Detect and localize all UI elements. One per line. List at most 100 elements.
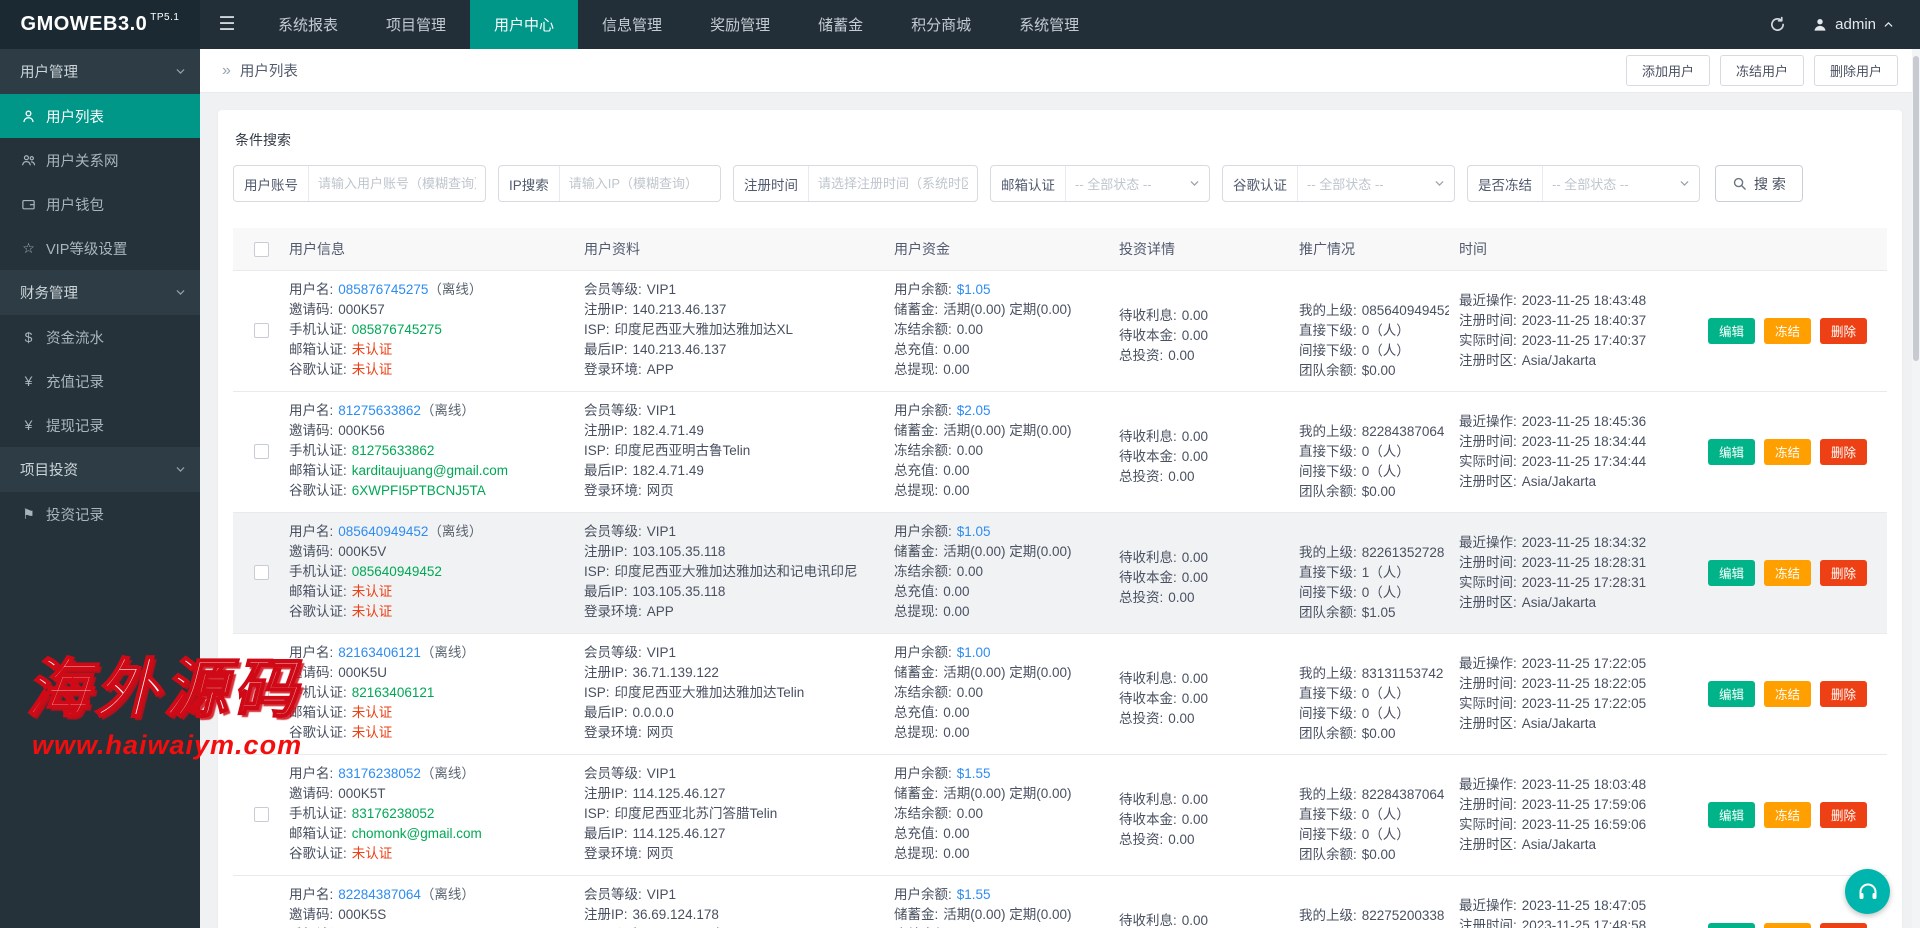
user-funds-cell: 用户余额: $1.00 储蓄金: 活期(0.00) 定期(0.00) 冻结余额: 0.… (894, 643, 1119, 744)
admin-menu[interactable]: admin (1812, 16, 1894, 33)
sidebar-entry[interactable]: ¥ 充值记录 (0, 359, 200, 403)
row-checkbox[interactable] (253, 686, 269, 701)
scrollbar[interactable] (1912, 49, 1920, 928)
username-link[interactable]: 82284387064 (338, 887, 421, 902)
indirect-subordinate-value: 0（人） (1361, 343, 1410, 358)
username-link[interactable]: 085640949452 (338, 524, 428, 539)
support-button[interactable] (1845, 869, 1890, 914)
freeze-button[interactable]: 冻结 (1764, 438, 1812, 465)
hamburger-icon[interactable]: ☰ (200, 0, 254, 49)
select-all-checkbox[interactable] (253, 241, 269, 257)
freeze-button[interactable]: 冻结 (1764, 922, 1812, 928)
row-checkbox[interactable] (253, 323, 269, 338)
username-link[interactable]: 085876745275 (338, 282, 428, 297)
freeze-button[interactable]: 冻结 (1764, 317, 1812, 344)
row-checkbox[interactable] (253, 807, 269, 822)
row-checkbox[interactable] (253, 565, 269, 580)
field-label: 总充值: (894, 705, 939, 720)
field-label: 团队余额: (1299, 363, 1357, 378)
search-field[interactable]: IP搜索 (498, 165, 721, 202)
top-nav-item[interactable]: 用户中心 (470, 0, 579, 49)
table-row: 用户名: 81275633862（离线） 邀请码: 000K56 手机认证: 8127… (233, 392, 1887, 513)
edit-button[interactable]: 编辑 (1708, 680, 1756, 707)
sidebar-entry[interactable]: 用户钱包 (0, 182, 200, 226)
delete-button[interactable]: 删除 (1820, 317, 1868, 344)
top-nav-item[interactable]: 信息管理 (578, 0, 686, 49)
promotion-cell: 我的上级:82275200338 直接下级:2（人） 间接下级:0（人） 团队余… (1299, 885, 1459, 928)
last-ip-value: 103.105.35.118 (632, 584, 726, 599)
edit-button[interactable]: 编辑 (1708, 801, 1756, 828)
refresh-icon[interactable] (1769, 16, 1786, 33)
actual-time-value: 2023-11-25 17:34:44 (1521, 454, 1647, 469)
team-balance-value: $0.00 (1361, 363, 1396, 378)
search-field[interactable]: 用户账号 (233, 165, 486, 202)
field-label: 用户名: (289, 887, 334, 902)
sidebar-entry[interactable]: ¥ 提现记录 (0, 403, 200, 447)
delete-button[interactable]: 删除 (1820, 438, 1868, 465)
indirect-subordinate-value: 0（人） (1361, 827, 1410, 842)
search-field[interactable]: 是否冻结 -- 全部状态 -- (1467, 165, 1700, 202)
delete-button[interactable]: 删除 (1820, 801, 1868, 828)
sidebar-entry[interactable]: 用户关系网 (0, 138, 200, 182)
last-operation-value: 2023-11-25 18:03:48 (1521, 777, 1647, 792)
top-nav-item[interactable]: 积分商城 (887, 0, 995, 49)
header-action-button[interactable]: 删除用户 (1813, 55, 1898, 86)
top-nav-item[interactable]: 奖励管理 (686, 0, 794, 49)
username-link[interactable]: 81275633862 (338, 403, 421, 418)
top-nav-item[interactable]: 系统报表 (254, 0, 362, 49)
chevron-down-icon (1434, 178, 1454, 189)
delete-button[interactable]: 删除 (1820, 680, 1868, 707)
field-label: 我的上级: (1299, 424, 1357, 439)
scrollbar-thumb[interactable] (1913, 56, 1919, 361)
online-status: （离线） (420, 645, 475, 660)
promotion-cell: 我的上级: 83131153742 直接下级: 0（人） 间接下级: 0（人） 团队余… (1299, 643, 1459, 744)
register-ip-value: 36.69.124.178 (632, 907, 719, 922)
edit-button[interactable]: 编辑 (1708, 559, 1756, 586)
pending-interest-value: 0.00 (1181, 429, 1209, 444)
vip-level-value: VIP1 (646, 524, 677, 539)
top-nav-item[interactable]: 系统管理 (995, 0, 1103, 49)
field-label: 会员等级: (584, 403, 642, 418)
search-field[interactable]: 谷歌认证 -- 全部状态 -- (1222, 165, 1455, 202)
sidebar-entry[interactable]: ⚑ 投资记录 (0, 492, 200, 536)
header-action-button[interactable]: 添加用户 (1625, 55, 1710, 86)
freeze-button[interactable]: 冻结 (1764, 680, 1812, 707)
edit-button[interactable]: 编辑 (1708, 438, 1756, 465)
time-cell: 最近操作: 2023-11-25 18:47:05 注册时间: 2023-11-25… (1459, 885, 1704, 928)
username-link[interactable]: 82163406121 (338, 645, 421, 660)
delete-button[interactable]: 删除 (1820, 922, 1868, 928)
pending-interest-value: 0.00 (1181, 671, 1209, 686)
freeze-button[interactable]: 冻结 (1764, 559, 1812, 586)
invite-code-value: 000K57 (338, 302, 385, 317)
isp-value: 印度尼西亚大雅加达雅加达和记电讯印尼 (614, 564, 858, 579)
header-action-button[interactable]: 冻结用户 (1719, 55, 1804, 86)
search-field-input[interactable] (559, 176, 720, 191)
field-label: 总投资: (1119, 711, 1164, 726)
field-label: 手机认证: (289, 443, 347, 458)
freeze-button[interactable]: 冻结 (1764, 801, 1812, 828)
edit-button[interactable]: 编辑 (1708, 922, 1756, 928)
sidebar-entry[interactable]: $ 资金流水 (0, 315, 200, 359)
sidebar-entry[interactable]: 用户管理 (0, 49, 200, 94)
sidebar-entry[interactable]: 项目投资 (0, 447, 200, 492)
total-withdraw-value: 0.00 (943, 725, 970, 740)
sidebar-entry[interactable]: 用户列表 (0, 94, 200, 138)
top-nav-item[interactable]: 项目管理 (362, 0, 470, 49)
search-field[interactable]: 注册时间 (733, 165, 978, 202)
top-nav-item[interactable]: 储蓄金 (794, 0, 887, 49)
promotion-cell: 我的上级: 82261352728 直接下级: 1（人） 间接下级: 0（人） 团队余… (1299, 522, 1459, 623)
row-checkbox[interactable] (253, 444, 269, 459)
field-label: 注册时区: (1459, 837, 1517, 852)
username-link[interactable]: 83176238052 (338, 766, 421, 781)
search-button[interactable]: 搜 索 (1715, 165, 1803, 202)
edit-button[interactable]: 编辑 (1708, 317, 1756, 344)
search-field[interactable]: 邮箱认证 -- 全部状态 -- (990, 165, 1210, 202)
delete-button[interactable]: 删除 (1820, 559, 1868, 586)
search-field-input[interactable] (309, 176, 485, 191)
login-env-value: APP (646, 604, 674, 619)
search-field-input[interactable] (809, 176, 977, 191)
login-env-value: 网页 (646, 846, 674, 861)
last-operation-value: 2023-11-25 18:43:48 (1521, 293, 1647, 308)
sidebar-entry[interactable]: ☆ VIP等级设置 (0, 226, 200, 270)
sidebar-entry[interactable]: 财务管理 (0, 270, 200, 315)
